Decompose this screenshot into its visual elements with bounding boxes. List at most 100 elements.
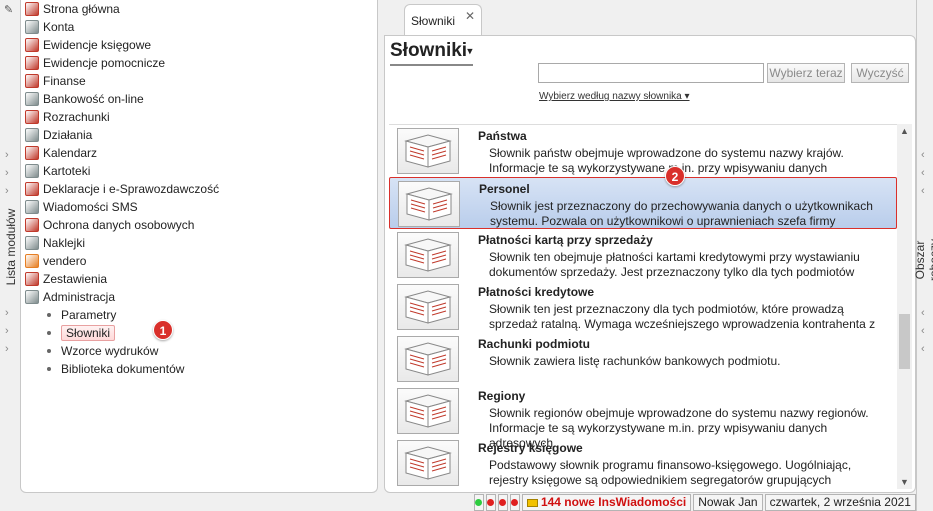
module-item[interactable]: Naklejki [21, 234, 85, 252]
admin-subitem[interactable]: Wzorce wydruków [47, 342, 158, 360]
module-item[interactable]: Ewidencje księgowe [21, 36, 151, 54]
dictionary-list: Państwa Słownik państw obejmuje wprowadzo… [389, 124, 897, 489]
module-icon [25, 74, 39, 88]
status-led-icon [511, 499, 519, 506]
module-item[interactable]: Zestawienia [21, 270, 107, 288]
module-icon [25, 218, 39, 232]
dictionary-title: Rejestry księgowe [478, 441, 583, 455]
choose-now-button[interactable]: Wybierz teraz [767, 63, 845, 83]
module-item[interactable]: Ewidencje pomocnicze [21, 54, 165, 72]
scroll-up-icon[interactable]: ▲ [899, 126, 910, 136]
admin-subitem-label: Biblioteka dokumentów [61, 362, 185, 376]
module-item[interactable]: Ochrona danych osobowych [21, 216, 194, 234]
chevron-right-icon[interactable]: › [5, 326, 9, 337]
module-label: Konta [43, 20, 75, 34]
module-item[interactable]: Kalendarz [21, 144, 97, 162]
current-date: czwartek, 2 września 2021 [764, 494, 916, 511]
dictionary-description: Słownik ten obejmuje płatności kartami k… [489, 250, 860, 279]
current-user: Nowak Jan [693, 494, 763, 511]
messages-link[interactable]: 144 nowe InsWiadomości [521, 494, 692, 511]
dictionary-book-icon [398, 181, 460, 227]
module-label: Deklaracje i e-Sprawozdawczość [43, 182, 220, 196]
module-label: Ewidencje księgowe [43, 38, 152, 52]
module-item[interactable]: Działania [21, 126, 92, 144]
workspace-strip: ‹ ‹ ‹ Obszar roboczy ‹ ‹ ‹ [913, 0, 933, 511]
search-input[interactable] [538, 63, 764, 83]
clear-button[interactable]: Wyczyść [851, 63, 909, 83]
module-item[interactable]: Konta [21, 18, 74, 36]
dictionary-title: Regiony [478, 389, 526, 403]
admin-subitem[interactable]: Biblioteka dokumentów [47, 360, 184, 378]
chevron-right-icon[interactable]: › [5, 344, 9, 355]
module-item[interactable]: Deklaracje i e-Sprawozdawczość [21, 180, 219, 198]
pin-icon[interactable]: ✎ [4, 4, 16, 16]
dictionary-row[interactable]: Rejestry księgowe Podstawowy słownik prog… [389, 437, 897, 489]
dictionary-title: Rachunki podmiotu [478, 337, 590, 351]
admin-subitem[interactable]: Parametry [47, 306, 116, 324]
status-led-icon [487, 499, 495, 506]
tab-slowniki[interactable]: Słowniki ✕ [404, 4, 482, 36]
module-icon [25, 56, 39, 70]
close-icon[interactable]: ✕ [465, 9, 475, 23]
vertical-scrollbar[interactable]: ▲ ▼ [897, 124, 912, 489]
module-icon [25, 38, 39, 52]
filter-mode-dropdown[interactable]: Wybierz według nazwy słownika ▾ [539, 91, 690, 102]
module-tree: Strona główna Konta Ewidencje księgowe Ewid… [20, 0, 378, 493]
module-label: Wiadomości SMS [43, 200, 138, 214]
messages-text: 144 nowe InsWiadomości [540, 495, 687, 509]
module-item[interactable]: Bankowość on-line [21, 90, 144, 108]
dictionary-title: Płatności kredytowe [478, 285, 595, 299]
chevron-right-icon[interactable]: › [5, 168, 9, 179]
chevron-left-icon[interactable]: ‹ [921, 168, 925, 179]
dictionary-book-icon [397, 440, 459, 486]
admin-subitem-label: Parametry [61, 308, 117, 322]
dictionary-row[interactable]: Państwa Słownik państw obejmuje wprowadzo… [389, 125, 897, 190]
status-led [485, 494, 496, 511]
module-icon [25, 254, 39, 268]
admin-subitem-label: Słowniki [61, 325, 116, 341]
module-item[interactable]: Rozrachunki [21, 108, 110, 126]
bullet-icon [47, 331, 51, 335]
page-title[interactable]: Słowniki▾ [390, 40, 473, 66]
dictionary-row[interactable]: Płatności kartą przy sprzedaży Słownik te… [389, 229, 897, 281]
status-led-icon [499, 499, 507, 506]
scrollbar-thumb[interactable] [899, 314, 910, 369]
dropdown-caret-icon: ▾ [467, 45, 473, 58]
dictionary-row[interactable]: Personel Słownik jest przeznaczony do prz… [389, 177, 897, 229]
chevron-right-icon[interactable]: › [5, 150, 9, 161]
module-item[interactable]: Strona główna [21, 0, 120, 18]
module-label: Ewidencje pomocnicze [43, 56, 166, 70]
module-label: Działania [43, 128, 93, 142]
module-label: Finanse [43, 74, 86, 88]
chevron-right-icon[interactable]: › [5, 308, 9, 319]
module-label: Strona główna [43, 2, 120, 16]
module-item[interactable]: Wiadomości SMS [21, 198, 138, 216]
scroll-down-icon[interactable]: ▼ [899, 477, 910, 487]
module-list-label[interactable]: Lista modułów [4, 202, 18, 292]
module-item[interactable]: Administracja [21, 288, 115, 306]
module-label: Kalendarz [43, 146, 98, 160]
dictionary-row[interactable]: Płatności kredytowe Słownik ten jest prze… [389, 281, 897, 333]
chevron-left-icon[interactable]: ‹ [921, 150, 925, 161]
module-label: Kartoteki [43, 164, 91, 178]
chevron-right-icon[interactable]: › [5, 186, 9, 197]
module-icon [25, 20, 39, 34]
chevron-left-icon[interactable]: ‹ [921, 308, 925, 319]
dictionary-row[interactable]: Regiony Słownik regionów obejmuje wprowad… [389, 385, 897, 450]
dictionary-description: Słownik ten jest przeznaczony dla tych p… [489, 302, 876, 331]
dictionary-row[interactable]: Rachunki podmiotu Słownik zawiera listę r… [389, 333, 897, 385]
module-item[interactable]: Finanse [21, 72, 86, 90]
module-icon [25, 92, 39, 106]
module-icon [25, 128, 39, 142]
module-item[interactable]: Kartoteki [21, 162, 90, 180]
module-icon [25, 164, 39, 178]
status-bar: 144 nowe InsWiadomości Nowak Jan czwarte… [474, 494, 916, 511]
chevron-left-icon[interactable]: ‹ [921, 186, 925, 197]
chevron-left-icon[interactable]: ‹ [921, 344, 925, 355]
chevron-left-icon[interactable]: ‹ [921, 326, 925, 337]
module-item[interactable]: vendero [21, 252, 86, 270]
workspace-label[interactable]: Obszar roboczy [913, 220, 933, 300]
module-icon [25, 200, 39, 214]
admin-subitem[interactable]: Słowniki [47, 324, 116, 342]
module-icon [25, 272, 39, 286]
